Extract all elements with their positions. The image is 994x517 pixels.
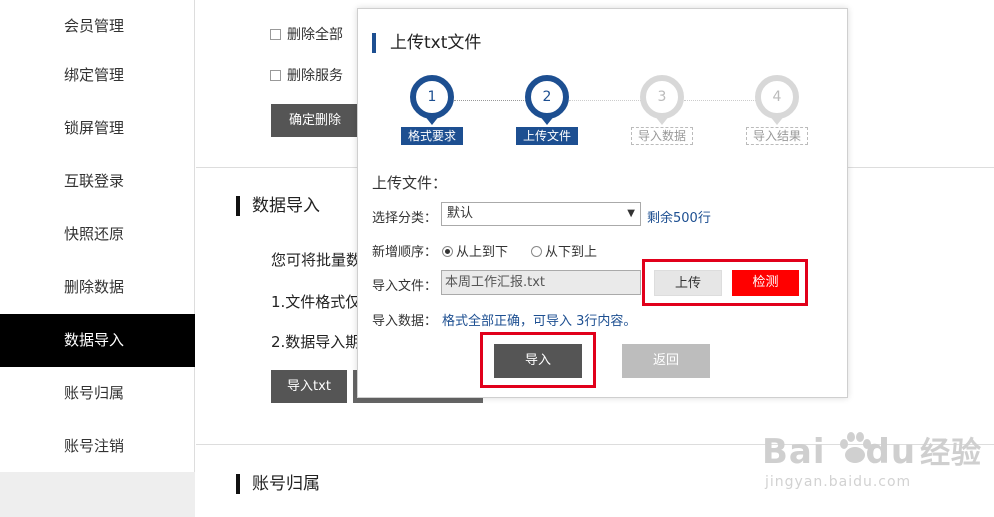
step-4-pin-tip [769, 115, 785, 125]
import-txt-button[interactable]: 导入txt [271, 370, 347, 403]
category-label: 选择分类： [372, 211, 438, 226]
step-3-marker: 3 [640, 75, 684, 119]
step-3-pin-tip [654, 115, 670, 125]
step-2-pin-tip [539, 115, 555, 125]
dialog-title: 上传txt文件 [372, 33, 481, 53]
sidebar-footer [0, 472, 195, 517]
sidebar-item-account-ownership[interactable]: 账号归属 [0, 367, 195, 420]
page-root: 会员管理 绑定管理 锁屏管理 互联登录 快照还原 删除数据 数据导入 账号归属 … [0, 0, 994, 517]
step-4-marker: 4 [755, 75, 799, 119]
upload-button[interactable]: 上传 [654, 270, 722, 296]
sidebar-item-lockscreen[interactable]: 锁屏管理 [0, 102, 195, 155]
step-3-label: 导入数据 [631, 127, 693, 145]
confirm-delete-button[interactable]: 确定删除 [271, 104, 359, 137]
remaining-rows: 剩余500行 [647, 211, 711, 226]
order-option-bottom-up[interactable]: 从下到上 [531, 241, 597, 260]
order-option-top-down[interactable]: 从上到下 [442, 241, 508, 260]
paw-icon [840, 432, 871, 463]
detect-button[interactable]: 检测 [732, 270, 799, 296]
step-1-pin-tip [424, 115, 440, 125]
step-2-label: 上传文件 [516, 127, 578, 145]
sidebar-item-account-cancel[interactable]: 账号注销 [0, 420, 195, 473]
checkbox-delete-service-label: 删除服务 [287, 68, 343, 84]
upload-txt-dialog: 上传txt文件 1 格式要求 2 上传文件 3 导入数据 4 导入结果 上传文件… [357, 8, 848, 398]
category-select-value: 默认 [447, 206, 474, 221]
radio-unchecked-icon[interactable] [531, 246, 542, 257]
sidebar: 会员管理 绑定管理 锁屏管理 互联登录 快照还原 删除数据 数据导入 账号归属 … [0, 0, 195, 517]
category-select[interactable]: 默认 ▼ [441, 202, 641, 226]
sidebar-item-delete-data[interactable]: 删除数据 [0, 261, 195, 314]
upload-file-heading: 上传文件： [372, 174, 448, 192]
sidebar-item-interlink[interactable]: 互联登录 [0, 155, 195, 208]
order-label: 新增顺序： [372, 245, 438, 260]
import-rule-2: 2.数据导入期 [271, 333, 361, 351]
import-rule-1: 1.文件格式仅 [271, 293, 361, 311]
checkbox-delete-service[interactable] [270, 69, 281, 81]
watermark-url: jingyan.baidu.com [765, 474, 912, 490]
section-title-account-ownership: 账号归属 [236, 474, 320, 494]
radio-checked-icon[interactable] [442, 246, 453, 257]
checkbox-delete-service-row[interactable]: 删除服务 [270, 65, 343, 85]
file-label: 导入文件： [372, 279, 438, 294]
import-data-result: 格式全部正确，可导入 3行内容。 [442, 314, 637, 329]
sidebar-item-member[interactable]: 会员管理 [0, 0, 195, 53]
section-title-data-import: 数据导入 [236, 196, 320, 216]
file-path-field[interactable]: 本周工作汇报.txt [441, 270, 641, 295]
step-4-label: 导入结果 [746, 127, 808, 145]
chevron-down-icon: ▼ [627, 208, 635, 219]
import-button[interactable]: 导入 [494, 344, 582, 378]
step-1-label: 格式要求 [401, 127, 463, 145]
import-data-label: 导入数据： [372, 314, 438, 329]
import-intro-text: 您可将批量数 [271, 251, 362, 269]
watermark-brand: Bai [762, 432, 826, 472]
order-option-top-down-label: 从上到下 [456, 245, 509, 260]
sidebar-item-data-import[interactable]: 数据导入 [0, 314, 195, 367]
checkbox-delete-all[interactable] [270, 28, 281, 40]
sidebar-item-binding[interactable]: 绑定管理 [0, 49, 195, 102]
order-option-bottom-up-label: 从下到上 [545, 245, 598, 260]
sidebar-item-snapshot[interactable]: 快照还原 [0, 208, 195, 261]
watermark-cn: 经验 [920, 436, 983, 471]
checkbox-delete-all-label: 删除全部 [287, 27, 343, 43]
step-2-marker: 2 [525, 75, 569, 119]
checkbox-delete-all-row[interactable]: 删除全部 [270, 24, 343, 44]
step-1-marker: 1 [410, 75, 454, 119]
back-button[interactable]: 返回 [622, 344, 710, 378]
